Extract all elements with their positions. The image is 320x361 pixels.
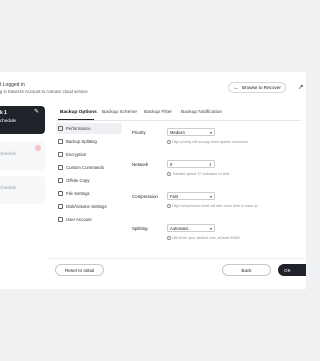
network-hint: Transfer speed "0" indicates no limit: [167, 172, 229, 176]
network-label: Network: [132, 162, 149, 167]
footer-divider: [48, 258, 306, 259]
tab-backup-filter[interactable]: Backup Filter: [144, 110, 172, 115]
chevron-down-icon: ▾: [209, 130, 212, 135]
menu-item-offsite-copy[interactable]: Offsite Copy: [56, 175, 122, 186]
lock-icon: [58, 152, 63, 157]
file-icon: [58, 191, 63, 196]
tab-backup-notification[interactable]: Backup Notification: [181, 110, 222, 115]
priority-hint: High priority will occupy more system re…: [167, 140, 248, 144]
info-icon: [167, 236, 171, 240]
compression-hint: High compression level will take more ti…: [167, 204, 258, 208]
task-sidebar: k 1 chedule ✎ chedule chedule: [0, 106, 48, 289]
command-icon: [58, 165, 63, 170]
ghost-task-card[interactable]: chedule: [0, 176, 45, 204]
splitting-value: Automatic: [170, 226, 189, 231]
menu-item-disk-volume-settings[interactable]: Disk/Volume Settings: [56, 201, 122, 212]
tab-backup-scheme[interactable]: Backup Scheme: [102, 110, 137, 115]
splitting-hint: Will Enter your desired size, at least 5…: [167, 236, 240, 240]
priority-label: Priority: [132, 130, 146, 135]
user-icon: [58, 217, 63, 222]
status-dot-icon: [35, 145, 41, 151]
menu-item-label: User Account: [66, 217, 92, 222]
compression-value: Fast: [170, 194, 179, 199]
network-hint-text: Transfer speed "0" indicates no limit: [172, 172, 230, 177]
priority-value: Medium: [170, 130, 185, 135]
browse-to-recover-label: Browse to Recover: [242, 85, 281, 90]
menu-item-label: Disk/Volume Settings: [66, 204, 107, 209]
network-stepper[interactable]: 0 ⇕: [167, 160, 215, 168]
browse-to-recover-button[interactable]: ← Browse to Recover: [228, 82, 286, 93]
priority-hint-text: High priority will occupy more system re…: [172, 140, 248, 145]
menu-item-performance[interactable]: Performance: [56, 123, 122, 134]
menu-item-label: Encryption: [66, 152, 87, 157]
login-status-subtitle: g in EaseUS Account to connect cloud ser…: [0, 89, 88, 94]
login-status-title: t Logged in: [0, 82, 25, 88]
menu-item-label: Performance: [66, 126, 91, 131]
menu-item-label: Backup Splitting: [66, 139, 97, 144]
menu-item-label: Custom Commands: [66, 165, 104, 170]
ghost-task-schedule: chedule: [0, 185, 17, 190]
splitting-hint-text: Will Enter your desired size, at least 5…: [172, 236, 240, 241]
ghost-task-card[interactable]: chedule: [0, 142, 45, 170]
menu-item-file-settings[interactable]: File Settings: [56, 188, 122, 199]
task-title: k 1: [0, 110, 7, 116]
splitting-icon: [58, 139, 63, 144]
ghost-task-schedule: chedule: [0, 151, 17, 156]
arrow-left-icon: ←: [233, 84, 240, 91]
network-value: 0: [170, 162, 173, 167]
priority-select[interactable]: Medium ▾: [167, 128, 215, 136]
cloud-arrow-icon[interactable]: ➚: [298, 83, 304, 91]
stepper-icon: ⇕: [208, 162, 212, 167]
top-bar: t Logged in g in EaseUS Account to conne…: [0, 72, 306, 102]
menu-item-user-account[interactable]: User Account: [56, 214, 122, 225]
performance-icon: [58, 126, 63, 131]
compression-select[interactable]: Fast ▾: [167, 192, 215, 200]
menu-item-backup-splitting[interactable]: Backup Splitting: [56, 136, 122, 147]
compression-hint-text: High compression level will take more ti…: [172, 204, 258, 209]
splitting-label: Splitting: [132, 226, 148, 231]
back-button[interactable]: Back: [222, 264, 271, 276]
menu-item-label: Offsite Copy: [66, 178, 90, 183]
tab-backup-options[interactable]: Backup Options: [60, 110, 97, 115]
copy-icon: [58, 178, 63, 183]
menu-item-label: File Settings: [66, 191, 90, 196]
ok-button[interactable]: OK: [278, 264, 306, 276]
chevron-down-icon: ▾: [209, 226, 212, 231]
backup-options-window: t Logged in g in EaseUS Account to conne…: [0, 72, 306, 289]
chevron-down-icon: ▾: [209, 194, 212, 199]
compression-label: Compression: [132, 194, 158, 199]
edit-icon[interactable]: ✎: [34, 108, 39, 115]
task-schedule: chedule: [0, 118, 17, 123]
disk-icon: [58, 204, 63, 209]
info-icon: [167, 140, 171, 144]
active-task-card[interactable]: k 1 chedule ✎: [0, 106, 45, 134]
reset-to-initial-button[interactable]: Reset to Initial: [55, 264, 104, 276]
menu-item-encryption[interactable]: Encryption: [56, 149, 122, 160]
info-icon: [167, 172, 171, 176]
info-icon: [167, 204, 171, 208]
splitting-select[interactable]: Automatic ▾: [167, 224, 215, 232]
menu-item-custom-commands[interactable]: Custom Commands: [56, 162, 122, 173]
tab-divider: [56, 120, 301, 121]
